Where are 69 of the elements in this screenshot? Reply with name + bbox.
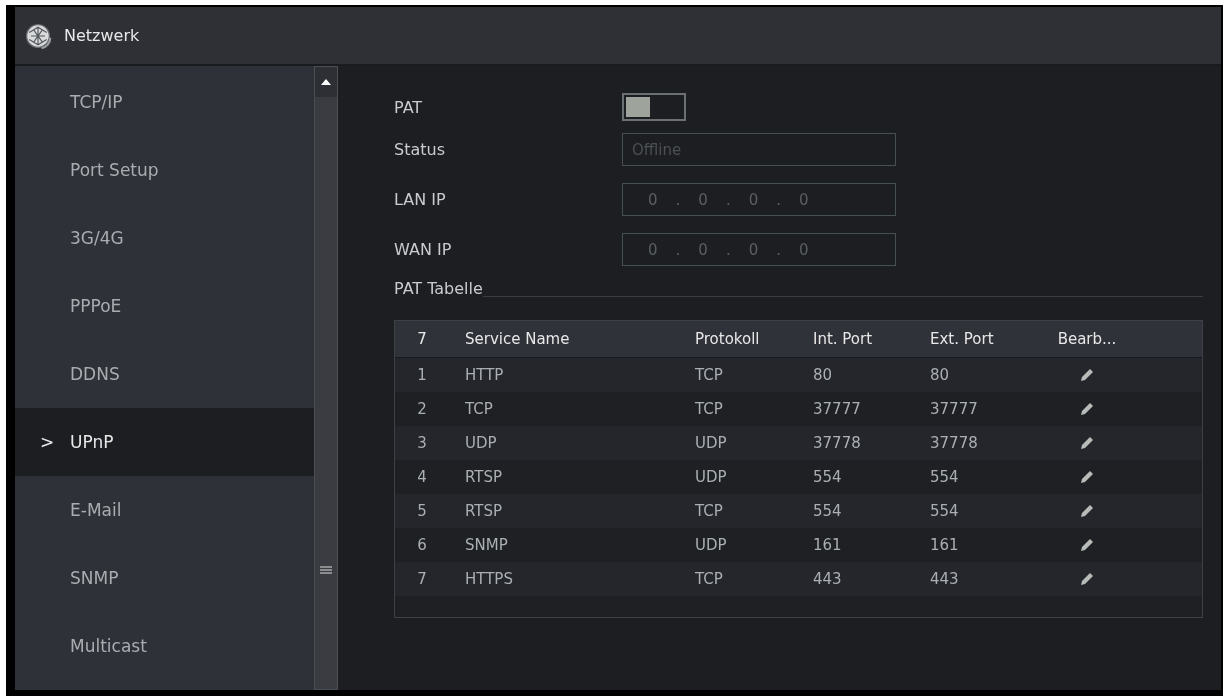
sidebar-item[interactable]: DDNS — [15, 340, 315, 408]
table-cell-text: 554 — [930, 502, 960, 520]
sidebar-item[interactable]: Multicast — [15, 612, 315, 680]
table-cell-text: UDP — [695, 536, 728, 554]
sidebar-item[interactable]: > UPnP — [15, 408, 315, 476]
toggle-switch[interactable] — [622, 93, 686, 121]
column-header: Bearb... — [1056, 330, 1118, 348]
pencil-icon[interactable] — [1079, 571, 1095, 587]
table-cell-text: 554 — [813, 468, 843, 486]
scroll-up-button[interactable] — [315, 67, 337, 97]
table-cell-text: TCP — [695, 366, 724, 384]
column-header: Ext. Port — [930, 330, 995, 348]
table-cell-text: 554 — [813, 502, 843, 520]
pencil-icon[interactable] — [1079, 469, 1095, 485]
field-label: Status — [394, 140, 446, 159]
table-cell-text: 161 — [930, 536, 960, 554]
table-cell-text: SNMP — [464, 536, 509, 554]
field-label: WAN IP — [394, 240, 453, 259]
table-cell-text: 161 — [813, 536, 843, 554]
table-cell-text: 1 — [416, 366, 428, 384]
table-cell-text: 443 — [813, 570, 843, 588]
pencil-icon[interactable] — [1079, 537, 1095, 553]
table-cell-text: 80 — [930, 366, 951, 384]
field-label: PAT — [394, 97, 424, 117]
sidebar-item[interactable]: SNMP — [15, 544, 315, 612]
table-cell-text: TCP — [695, 502, 724, 520]
scrollbar[interactable] — [314, 66, 338, 690]
table-cell-text: UDP — [695, 468, 728, 486]
table-cell-text: 37778 — [930, 434, 979, 452]
window-title: Netzwerk — [64, 26, 140, 45]
table-cell-text: 6 — [416, 536, 428, 554]
table-cell-text: 5 — [416, 502, 428, 520]
table-cell-text: 37778 — [813, 434, 862, 452]
column-header: 7 — [416, 330, 428, 348]
column-header: Int. Port — [813, 330, 874, 348]
table-cell-text: 554 — [930, 468, 960, 486]
table-cell-text: 4 — [416, 468, 428, 486]
pencil-icon[interactable] — [1079, 367, 1095, 383]
sidebar-item[interactable]: PPPoE — [15, 272, 315, 340]
pencil-icon[interactable] — [1079, 401, 1095, 417]
grip-icon[interactable] — [320, 566, 333, 574]
table-cell-text: 3 — [416, 434, 428, 452]
table-cell-text: HTTP — [464, 366, 505, 384]
section-title: PAT Tabelle — [394, 279, 483, 298]
column-header: Service Name — [464, 330, 571, 348]
table-cell-text: 80 — [813, 366, 834, 384]
table-cell-text: RTSP — [464, 468, 504, 486]
pencil-icon[interactable] — [1079, 503, 1095, 519]
table-cell-text: TCP — [464, 400, 494, 418]
table-cell-text: TCP — [695, 570, 724, 588]
table-cell-text: UDP — [464, 434, 498, 452]
field-label: LAN IP — [394, 190, 447, 209]
table-cell-text: UDP — [695, 434, 728, 452]
sidebar-item[interactable]: TCP/IP — [15, 68, 315, 136]
column-header: Protokoll — [695, 330, 761, 348]
table-cell-text: RTSP — [464, 502, 504, 520]
table-cell-text: HTTPS — [464, 570, 514, 588]
triangle-up-icon — [321, 79, 332, 85]
pencil-icon[interactable] — [1079, 435, 1095, 451]
table-cell-text: 37777 — [930, 400, 979, 418]
table-cell-text: TCP — [695, 400, 724, 418]
sidebar-item[interactable]: Port Setup — [15, 136, 315, 204]
table-cell-text: 7 — [416, 570, 428, 588]
sidebar-item[interactable]: 3G/4G — [15, 204, 315, 272]
globe-icon — [24, 21, 52, 50]
table-cell-text: 443 — [930, 570, 960, 588]
sidebar-item[interactable]: E-Mail — [15, 476, 315, 544]
table-cell-text: 37777 — [813, 400, 862, 418]
table-cell-text: 2 — [416, 400, 428, 418]
